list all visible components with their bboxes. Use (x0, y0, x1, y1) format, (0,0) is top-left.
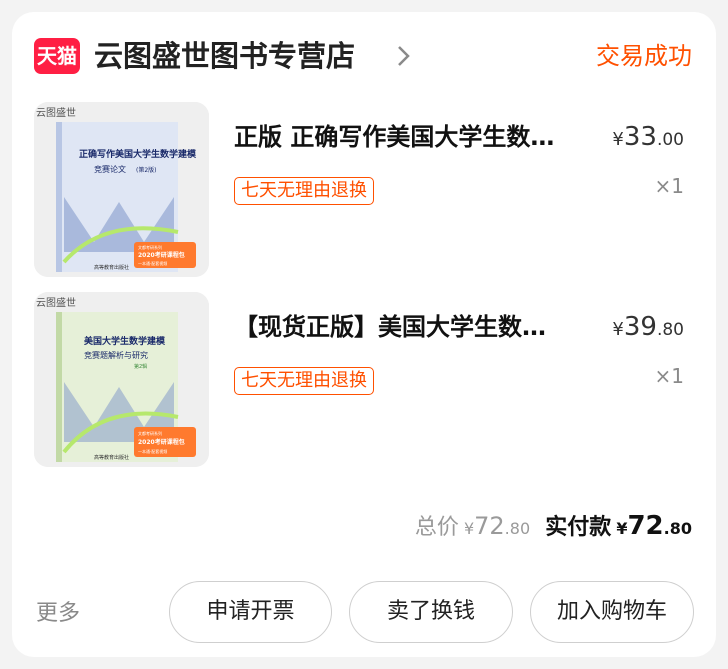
paid-amount-currency: ¥ (616, 519, 628, 538)
more-button[interactable]: 更多 (36, 595, 80, 627)
cover-publisher: 高等教育出版社 (94, 454, 129, 461)
item-price: ¥39.80 (612, 312, 684, 342)
cover-publisher: 高等教育出版社 (94, 264, 129, 271)
item-price: ¥33.00 (612, 122, 684, 152)
total-price-integer: 72 (474, 512, 505, 540)
item-quantity: ×1 (654, 364, 684, 388)
sticker-line1: 文都考研系列 (138, 430, 162, 436)
order-card: 天猫 云图盛世图书专营店 交易成功 云图盛世 正确写作美国大学生数学建模 竞赛论… (12, 12, 716, 657)
cover-title: 美国大学生数学建模 (84, 335, 166, 347)
item-title[interactable]: 正版 正确写作美国大学生数… (234, 120, 604, 154)
shop-name[interactable]: 云图盛世图书专营店 (94, 36, 355, 76)
sticker-line1: 文都考研系列 (138, 244, 162, 250)
price-decimal: .80 (656, 320, 684, 340)
cover-title: 正确写作美国大学生数学建模 (79, 148, 197, 160)
order-item[interactable]: 云图盛世 美国大学生数学建模 竞赛题解析与研究 第2辑 文都考研系列 2020考… (34, 292, 694, 467)
paid-amount-label: 实付款 (545, 515, 612, 540)
price-currency: ¥ (612, 129, 624, 150)
cover-brand: 云图盛世 (36, 106, 76, 119)
cover-edition: 第2辑 (134, 363, 147, 370)
return-policy-tag: 七天无理由退换 (234, 177, 374, 205)
cover-brand: 云图盛世 (36, 296, 76, 309)
total-price-label: 总价 (414, 515, 459, 540)
request-invoice-button[interactable]: 申请开票 (169, 581, 332, 643)
paid-amount-integer: 72 (627, 511, 664, 541)
add-to-cart-button[interactable]: 加入购物车 (530, 581, 694, 643)
price-integer: 33 (623, 122, 657, 152)
price-decimal: .00 (656, 130, 684, 150)
cover-subtitle: 竞赛题解析与研究 (84, 350, 148, 360)
item-quantity: ×1 (654, 174, 684, 198)
total-price-decimal: .80 (504, 519, 531, 538)
paid-amount-decimal: .80 (663, 519, 692, 538)
price-currency: ¥ (612, 319, 624, 340)
sticker-line3: 一本通·配套视频 (138, 448, 167, 454)
sticker-line3: 一本通·配套视频 (138, 260, 167, 266)
resell-button[interactable]: 卖了换钱 (349, 581, 513, 643)
chevron-right-icon[interactable] (394, 42, 414, 70)
shop-header[interactable]: 天猫 云图盛世图书专营店 交易成功 (34, 36, 692, 76)
price-integer: 39 (623, 312, 657, 342)
sticker-line2: 2020考研课程包 (138, 438, 185, 446)
product-thumbnail[interactable]: 云图盛世 美国大学生数学建模 竞赛题解析与研究 第2辑 文都考研系列 2020考… (34, 292, 209, 467)
total-price-currency: ¥ (463, 519, 475, 538)
item-title[interactable]: 【现货正版】美国大学生数… (234, 310, 604, 344)
order-totals: 总价 ¥72.80 实付款 ¥72.80 (415, 509, 692, 541)
cover-edition: (第2版) (136, 166, 157, 174)
return-policy-tag: 七天无理由退换 (234, 367, 374, 395)
cover-subtitle: 竞赛论文 (94, 164, 126, 174)
tmall-logo: 天猫 (34, 38, 80, 74)
product-thumbnail[interactable]: 云图盛世 正确写作美国大学生数学建模 竞赛论文 (第2版) 文都考研系列 202… (34, 102, 209, 277)
order-status: 交易成功 (596, 42, 692, 70)
order-item[interactable]: 云图盛世 正确写作美国大学生数学建模 竞赛论文 (第2版) 文都考研系列 202… (34, 102, 694, 277)
sticker-line2: 2020考研课程包 (138, 251, 185, 259)
